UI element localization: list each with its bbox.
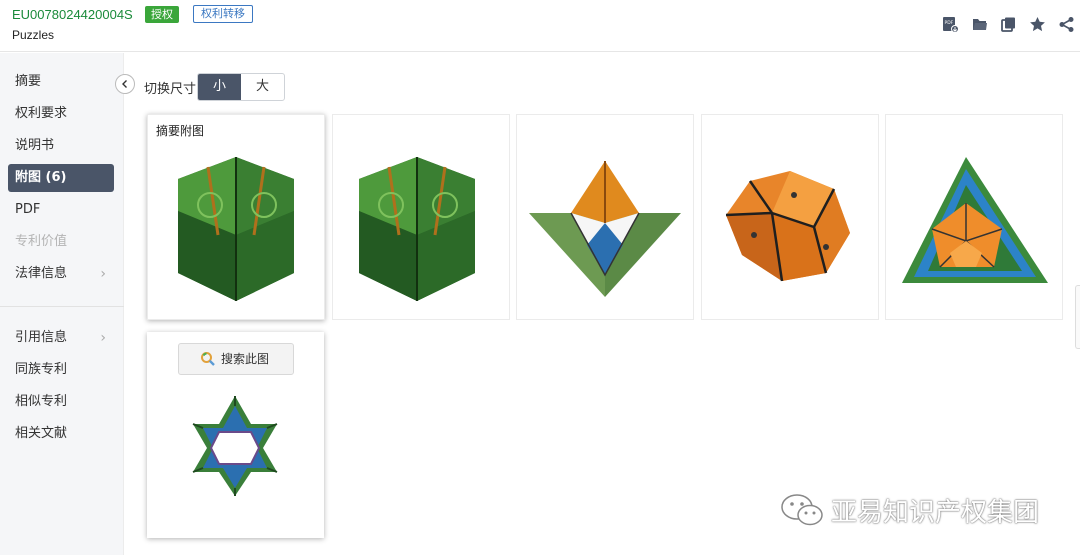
svg-text:PDF: PDF bbox=[945, 20, 954, 26]
wechat-icon bbox=[781, 494, 823, 526]
figure-thumbnail-5[interactable] bbox=[885, 114, 1063, 320]
sidebar-item-label: PDF bbox=[15, 202, 41, 217]
sidebar-item-label: 专利价值 bbox=[15, 234, 68, 249]
side-panel-tab[interactable] bbox=[1075, 285, 1080, 349]
figure-thumbnail-1[interactable]: 摘要附图 bbox=[147, 114, 325, 320]
search-icon bbox=[201, 352, 215, 366]
orange-green-puzzle-figure bbox=[529, 161, 681, 297]
sidebar-item-label: 引用信息 bbox=[15, 330, 68, 345]
figure-thumbnail-4[interactable] bbox=[701, 114, 879, 320]
status-badge: 授权 bbox=[145, 6, 179, 23]
sidebar-item-figures[interactable]: 附图 (6) bbox=[8, 164, 114, 192]
sidebar: 摘要 权利要求 说明书 附图 (6) PDF 专利价值 法律信息 › 引用信息 › … bbox=[0, 53, 124, 555]
search-this-image-button[interactable]: 搜索此图 bbox=[178, 343, 294, 375]
sidebar-item-family[interactable]: 同族专利 bbox=[8, 356, 114, 384]
publication-number[interactable]: EU0078024420004S bbox=[12, 7, 133, 22]
chevron-right-icon: › bbox=[100, 266, 106, 282]
abstract-figure-label: 摘要附图 bbox=[156, 124, 205, 138]
watermark-text: 亚易知识产权集团 bbox=[831, 497, 1040, 528]
figure-thumbnail-3[interactable] bbox=[516, 114, 694, 320]
patent-title: Puzzles bbox=[12, 28, 55, 42]
chevron-left-icon bbox=[122, 80, 127, 88]
share-icon[interactable] bbox=[1057, 15, 1076, 34]
sidebar-item-patent-value: 专利价值 bbox=[8, 228, 114, 256]
sidebar-item-abstract[interactable]: 摘要 bbox=[8, 68, 114, 96]
search-button-label: 搜索此图 bbox=[221, 352, 270, 366]
sidebar-item-label: 法律信息 bbox=[15, 266, 68, 281]
sidebar-item-description[interactable]: 说明书 bbox=[8, 132, 114, 160]
sidebar-divider bbox=[0, 306, 124, 307]
size-toggle: 小 大 bbox=[197, 73, 285, 101]
transfer-badge[interactable]: 权利转移 bbox=[193, 5, 253, 23]
sidebar-item-label: 说明书 bbox=[15, 138, 55, 153]
watermark: 亚易知识产权集团 bbox=[779, 492, 1039, 528]
triangle-puzzle-figure bbox=[902, 157, 1048, 283]
sidebar-item-pdf[interactable]: PDF bbox=[8, 196, 114, 224]
sidebar-item-label: 相似专利 bbox=[15, 394, 68, 409]
sidebar-item-related-docs[interactable]: 相关文献 bbox=[8, 420, 114, 448]
sidebar-item-label: 摘要 bbox=[15, 74, 42, 89]
sidebar-item-citations[interactable]: 引用信息 › bbox=[8, 324, 114, 352]
figure-thumbnail-2[interactable] bbox=[332, 114, 510, 320]
sidebar-item-label: 权利要求 bbox=[15, 106, 68, 121]
orange-honeycomb-puzzle-figure bbox=[725, 171, 850, 282]
sidebar-item-claims[interactable]: 权利要求 bbox=[8, 100, 114, 128]
sidebar-item-label: 相关文献 bbox=[15, 426, 68, 441]
size-large-button[interactable]: 大 bbox=[241, 74, 284, 100]
collapse-sidebar-button[interactable] bbox=[115, 74, 135, 94]
chevron-right-icon: › bbox=[100, 330, 106, 346]
figure-thumbnail-6[interactable]: 搜索此图 bbox=[147, 332, 324, 538]
patent-header: EU0078024420004S 授权 权利转移 Puzzles PDF bbox=[0, 0, 1080, 52]
green-puzzle-figure bbox=[178, 157, 294, 301]
star-icon[interactable] bbox=[1028, 15, 1047, 34]
size-small-button[interactable]: 小 bbox=[198, 74, 241, 100]
sidebar-item-label: 附图 (6) bbox=[15, 170, 67, 185]
size-switch-label: 切换尺寸 bbox=[144, 82, 197, 97]
folder-icon[interactable] bbox=[970, 15, 989, 34]
pdf-download-icon[interactable]: PDF bbox=[941, 15, 960, 34]
sidebar-item-similar[interactable]: 相似专利 bbox=[8, 388, 114, 416]
sidebar-item-label: 同族专利 bbox=[15, 362, 68, 377]
toolbar: PDF bbox=[941, 15, 1076, 34]
green-puzzle-figure bbox=[359, 157, 475, 301]
sidebar-item-legal-info[interactable]: 法律信息 › bbox=[8, 260, 114, 288]
copy-icon[interactable] bbox=[999, 15, 1018, 34]
